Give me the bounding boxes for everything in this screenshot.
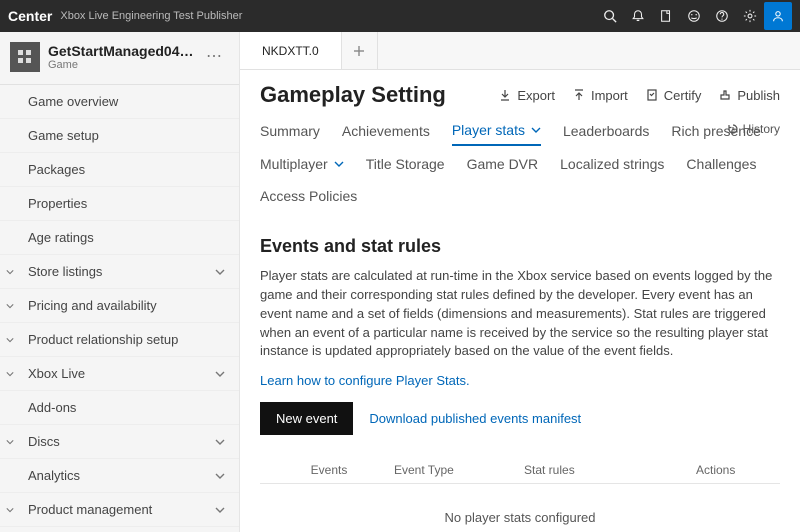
sidebar-item-label: Discs (28, 434, 60, 449)
sidebar-item-label: Game overview (28, 94, 118, 109)
chevron-down-icon (6, 370, 14, 378)
sidebar-item-label: Pricing and availability (28, 298, 157, 313)
chevron-down-icon (215, 471, 225, 481)
sidebar-item[interactable]: Analytics (0, 458, 239, 492)
product-type: Game (48, 59, 198, 71)
chevron-down-icon (215, 369, 225, 379)
chevron-down-icon (215, 437, 225, 447)
gear-icon[interactable] (736, 2, 764, 30)
download-icon (499, 89, 511, 101)
product-header: GetStartManaged04m... Game ⋯ (0, 32, 239, 84)
sidebar-item[interactable]: Product management (0, 492, 239, 526)
history-icon (727, 123, 739, 135)
col-stat-rules: Stat rules (524, 463, 654, 477)
sidebar-item[interactable]: Store listings (0, 254, 239, 288)
history-button[interactable]: History (727, 122, 780, 136)
search-icon[interactable] (596, 2, 624, 30)
section-title: Events and stat rules (260, 236, 780, 257)
publish-icon (719, 89, 731, 101)
sidebar-item-label: Age ratings (28, 230, 94, 245)
sidebar-item-label: Analytics (28, 468, 80, 483)
sub-tab[interactable]: Achievements (342, 122, 430, 146)
sidebar-item[interactable]: Properties (0, 186, 239, 220)
sub-tab[interactable]: Localized strings (560, 156, 664, 178)
document-icon[interactable] (652, 2, 680, 30)
brand[interactable]: Center (8, 8, 52, 24)
help-icon[interactable] (708, 2, 736, 30)
product-title[interactable]: GetStartManaged04m... (48, 43, 198, 59)
chevron-down-icon (215, 267, 225, 277)
document-tab-label: NKDXTT.0 (262, 44, 319, 58)
bell-icon[interactable] (624, 2, 652, 30)
chevron-down-icon (215, 505, 225, 515)
chevron-down-icon (6, 302, 14, 310)
chevron-down-icon (6, 336, 14, 344)
sidebar-item-label: Product management (28, 502, 152, 517)
add-tab-button[interactable] (342, 32, 378, 69)
sidebar-item[interactable]: Services (0, 526, 239, 532)
certify-icon (646, 89, 658, 101)
new-event-button[interactable]: New event (260, 402, 353, 435)
content: NKDXTT.0 Gameplay Setting Export Import (240, 32, 800, 532)
sub-tab[interactable]: Multiplayer (260, 156, 344, 178)
upload-icon (573, 89, 585, 101)
chevron-down-icon (6, 506, 14, 514)
sidebar-item[interactable]: Pricing and availability (0, 288, 239, 322)
sub-tab[interactable]: Access Policies (260, 188, 357, 210)
col-events: Events (264, 463, 394, 477)
section-body: Player stats are calculated at run-time … (260, 267, 780, 361)
publisher-name: Xbox Live Engineering Test Publisher (60, 10, 242, 22)
top-bar: Center Xbox Live Engineering Test Publis… (0, 0, 800, 32)
sidebar-item[interactable]: Discs (0, 424, 239, 458)
stats-table: Events Event Type Stat rules Actions No … (260, 457, 780, 532)
sidebar: GetStartManaged04m... Game ⋯ Game overvi… (0, 32, 240, 532)
sub-tab[interactable]: Leaderboards (563, 122, 649, 146)
col-event-type: Event Type (394, 463, 524, 477)
sidebar-item[interactable]: Packages (0, 152, 239, 186)
sidebar-item[interactable]: Add-ons (0, 390, 239, 424)
export-button[interactable]: Export (499, 88, 555, 103)
table-empty: No player stats configured (260, 484, 780, 532)
page-title: Gameplay Setting (260, 82, 446, 108)
col-actions: Actions (696, 463, 776, 477)
sidebar-item-label: Packages (28, 162, 85, 177)
nav-list: Game overview Game setup Packages Propertie… (0, 84, 239, 532)
learn-link[interactable]: Learn how to configure Player Stats. (260, 373, 470, 388)
sidebar-item-label: Properties (28, 196, 87, 211)
sidebar-item[interactable]: Game overview (0, 84, 239, 118)
sub-tabs: Summary Achievements Player stats Leaderboa… (260, 122, 780, 210)
sidebar-item-label: Product relationship setup (28, 332, 178, 347)
sidebar-item[interactable]: Xbox Live (0, 356, 239, 390)
chevron-down-icon (531, 125, 541, 135)
product-icon (10, 42, 40, 72)
sub-tab[interactable]: Summary (260, 122, 320, 146)
document-tabs: NKDXTT.0 (240, 32, 800, 70)
chevron-down-icon (6, 438, 14, 446)
sub-tab[interactable]: Challenges (686, 156, 756, 178)
sidebar-item-label: Add-ons (28, 400, 76, 415)
download-manifest-link[interactable]: Download published events manifest (369, 411, 581, 426)
sub-tab[interactable]: Game DVR (467, 156, 539, 178)
sub-tab[interactable]: Player stats (452, 122, 541, 146)
sidebar-item-label: Game setup (28, 128, 99, 143)
sub-tab[interactable]: Title Storage (366, 156, 445, 178)
certify-button[interactable]: Certify (646, 88, 702, 103)
chevron-down-icon (6, 268, 14, 276)
feedback-icon[interactable] (680, 2, 708, 30)
sidebar-item-label: Xbox Live (28, 366, 85, 381)
import-button[interactable]: Import (573, 88, 628, 103)
publish-button[interactable]: Publish (719, 88, 780, 103)
product-overflow-icon[interactable]: ⋯ (206, 49, 222, 65)
sidebar-item[interactable]: Age ratings (0, 220, 239, 254)
document-tab[interactable]: NKDXTT.0 (240, 32, 342, 69)
sidebar-item[interactable]: Game setup (0, 118, 239, 152)
sidebar-item[interactable]: Product relationship setup (0, 322, 239, 356)
page: Gameplay Setting Export Import Certify (240, 70, 800, 532)
chevron-down-icon (334, 159, 344, 169)
user-icon[interactable] (764, 2, 792, 30)
sidebar-item-label: Store listings (28, 264, 102, 279)
